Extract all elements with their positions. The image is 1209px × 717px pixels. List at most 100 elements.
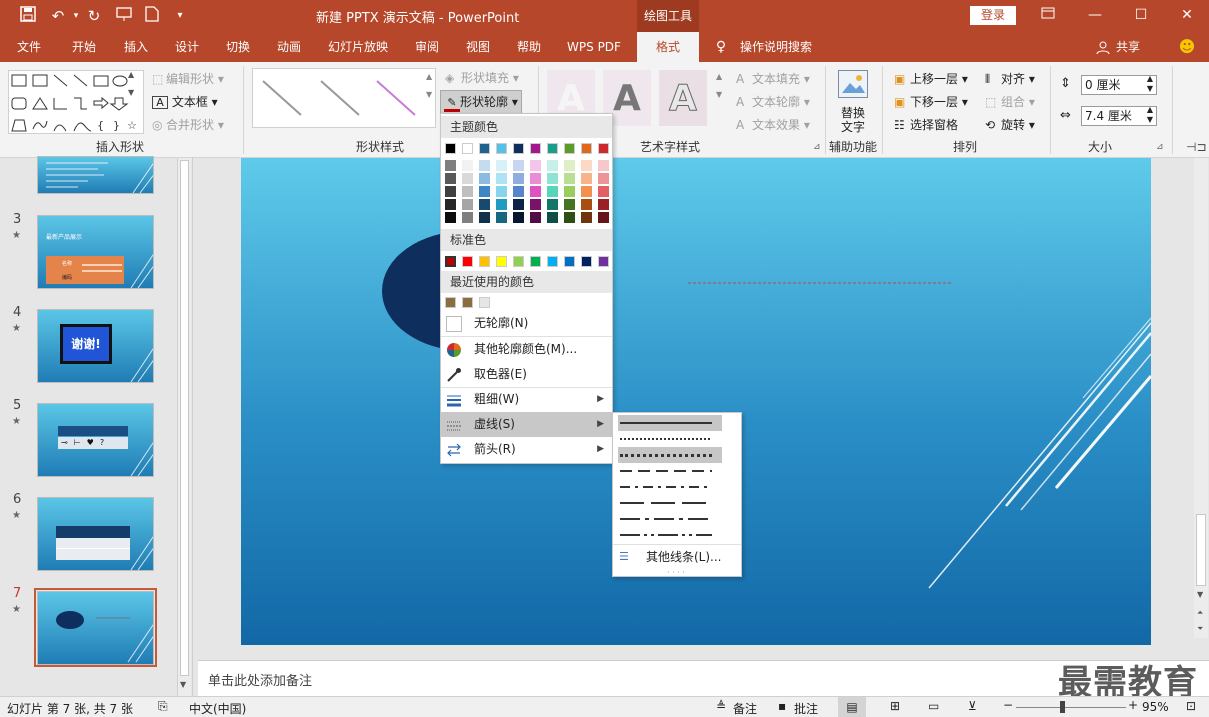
new-file-icon[interactable] (142, 6, 162, 26)
standard-color-swatch[interactable] (547, 256, 558, 267)
theme-shade-swatch[interactable] (479, 212, 490, 223)
redo-icon[interactable]: ↻ (84, 6, 104, 26)
close-icon[interactable]: ✕ (1175, 4, 1199, 26)
pin-ribbon-icon[interactable]: ⊣⊐ (1186, 140, 1207, 154)
theme-shade-swatch[interactable] (496, 199, 507, 210)
scroll-down-icon[interactable]: ▼ (1197, 590, 1203, 599)
tab-home[interactable]: 开始 (64, 32, 104, 62)
tab-format[interactable]: 格式 (637, 32, 699, 62)
tab-animations[interactable]: 动画 (269, 32, 309, 62)
notes-placeholder[interactable]: 单击此处添加备注 (208, 670, 312, 689)
slide-thumbnail-selected[interactable] (37, 591, 154, 665)
theme-shade-swatch[interactable] (462, 173, 473, 184)
theme-color-swatch[interactable] (530, 143, 541, 154)
theme-shade-swatch[interactable] (564, 173, 575, 184)
send-backward-button[interactable]: ▣ 下移一层 ▾ (894, 93, 968, 110)
shape-fill-button[interactable]: ◈ 形状填充 ▾ (445, 69, 519, 86)
slide-thumbnail[interactable] (37, 497, 154, 571)
spell-check-icon[interactable]: ⎘ (158, 699, 168, 714)
rotate-button[interactable]: ⟲ 旋转 ▾ (985, 116, 1035, 133)
theme-shade-swatch[interactable] (564, 212, 575, 223)
tab-insert[interactable]: 插入 (116, 32, 156, 62)
alt-text-label-2[interactable]: 文字 (841, 118, 865, 135)
theme-color-swatch[interactable] (598, 143, 609, 154)
theme-color-swatch[interactable] (513, 143, 524, 154)
theme-shade-swatch[interactable] (462, 160, 473, 171)
more-lines-item[interactable]: ☰ 其他线条(L)... (613, 546, 741, 568)
fit-to-window-icon[interactable]: ⊡ (1186, 699, 1196, 713)
gallery-scroll-down-icon[interactable]: ▼ (128, 88, 134, 97)
share-button[interactable]: 共享 (1114, 32, 1142, 62)
theme-shade-swatch[interactable] (598, 186, 609, 197)
shape-style-gallery[interactable] (252, 68, 436, 128)
slide-thumbnail[interactable]: 最新产品展示 名称 编码 (37, 215, 154, 289)
previous-slide-icon[interactable]: ⏶ (1197, 608, 1203, 618)
theme-shade-swatch[interactable] (445, 173, 456, 184)
slide-thumbnail[interactable] (37, 156, 154, 194)
theme-shade-swatch[interactable] (496, 212, 507, 223)
notes-toggle[interactable]: 备注 (733, 700, 757, 717)
recent-color-swatch[interactable] (479, 297, 490, 308)
normal-view-icon[interactable]: ▤ (838, 697, 866, 717)
dash-long-dash-dot-dot[interactable] (618, 527, 722, 543)
bring-forward-button[interactable]: ▣ 上移一层 ▾ (894, 70, 968, 87)
theme-shade-swatch[interactable] (513, 186, 524, 197)
theme-shade-swatch[interactable] (445, 212, 456, 223)
save-icon[interactable] (18, 6, 38, 26)
theme-shade-swatch[interactable] (513, 199, 524, 210)
ribbon-display-icon[interactable] (1036, 4, 1060, 26)
more-outline-colors-item[interactable]: 其他轮廓颜色(M)... (441, 337, 612, 362)
theme-shade-swatch[interactable] (581, 186, 592, 197)
merge-shapes-button[interactable]: ◎ 合并形状 ▾ (152, 116, 224, 133)
theme-shade-swatch[interactable] (598, 160, 609, 171)
theme-shade-swatch[interactable] (496, 173, 507, 184)
style-scroll-up-icon[interactable]: ▲ (426, 72, 432, 81)
theme-shade-swatch[interactable] (479, 160, 490, 171)
theme-shade-swatch[interactable] (564, 160, 575, 171)
edit-shape-button[interactable]: ⬚ 编辑形状 ▾ (152, 70, 224, 87)
standard-color-swatch[interactable] (496, 256, 507, 267)
dashes-item[interactable]: 虚线(S) ▶ (441, 412, 612, 437)
theme-shade-swatch[interactable] (462, 199, 473, 210)
undo-icon[interactable]: ↶ (48, 6, 68, 26)
theme-shade-swatch[interactable] (598, 212, 609, 223)
alt-text-icon[interactable] (838, 70, 868, 98)
selection-pane-button[interactable]: ☷ 选择窗格 (894, 116, 958, 133)
shape-outline-button[interactable]: ✎ 形状轮廓 ▾ (440, 90, 522, 115)
dash-long-dash[interactable] (618, 495, 722, 511)
theme-shade-swatch[interactable] (513, 160, 524, 171)
group-button[interactable]: ⬚ 组合 ▾ (985, 93, 1035, 110)
theme-color-swatch[interactable] (462, 143, 473, 154)
theme-shade-swatch[interactable] (496, 186, 507, 197)
slide-scroll-thumb[interactable] (1196, 514, 1206, 586)
size-dialog-launcher-icon[interactable]: ⊿ (1156, 142, 1164, 152)
theme-shade-swatch[interactable] (445, 186, 456, 197)
theme-shade-swatch[interactable] (530, 199, 541, 210)
theme-shade-swatch[interactable] (462, 186, 473, 197)
theme-shade-swatch[interactable] (462, 212, 473, 223)
comments-toggle[interactable]: 批注 (794, 700, 818, 717)
theme-shade-swatch[interactable] (530, 173, 541, 184)
theme-shade-swatch[interactable] (581, 199, 592, 210)
theme-color-swatch[interactable] (496, 143, 507, 154)
theme-shade-swatch[interactable] (530, 212, 541, 223)
tab-view[interactable]: 视图 (458, 32, 498, 62)
dash-dash-dot[interactable] (618, 479, 722, 495)
shape-height-input[interactable]: 0 厘米 ▲ ▼ (1081, 74, 1157, 95)
tab-design[interactable]: 设计 (167, 32, 207, 62)
theme-shade-swatch[interactable] (598, 173, 609, 184)
tab-review[interactable]: 审阅 (407, 32, 447, 62)
text-outline-button[interactable]: A 文本轮廓 ▾ (736, 93, 810, 110)
theme-shade-swatch[interactable] (479, 199, 490, 210)
slideshow-icon[interactable]: ⊻ (968, 699, 977, 713)
tab-slideshow[interactable]: 幻灯片放映 (322, 32, 394, 62)
wordart-style-3[interactable]: A (659, 70, 707, 126)
theme-shade-swatch[interactable] (530, 160, 541, 171)
weight-item[interactable]: 粗细(W) ▶ (441, 387, 612, 412)
language-indicator[interactable]: 中文(中国) (189, 700, 246, 717)
theme-color-swatch[interactable] (547, 143, 558, 154)
eyedropper-item[interactable]: 取色器(E) (441, 362, 612, 387)
thumbnail-scroll-thumb[interactable] (180, 160, 189, 676)
smiley-icon[interactable]: ☻ (1178, 32, 1196, 62)
theme-shade-swatch[interactable] (479, 173, 490, 184)
